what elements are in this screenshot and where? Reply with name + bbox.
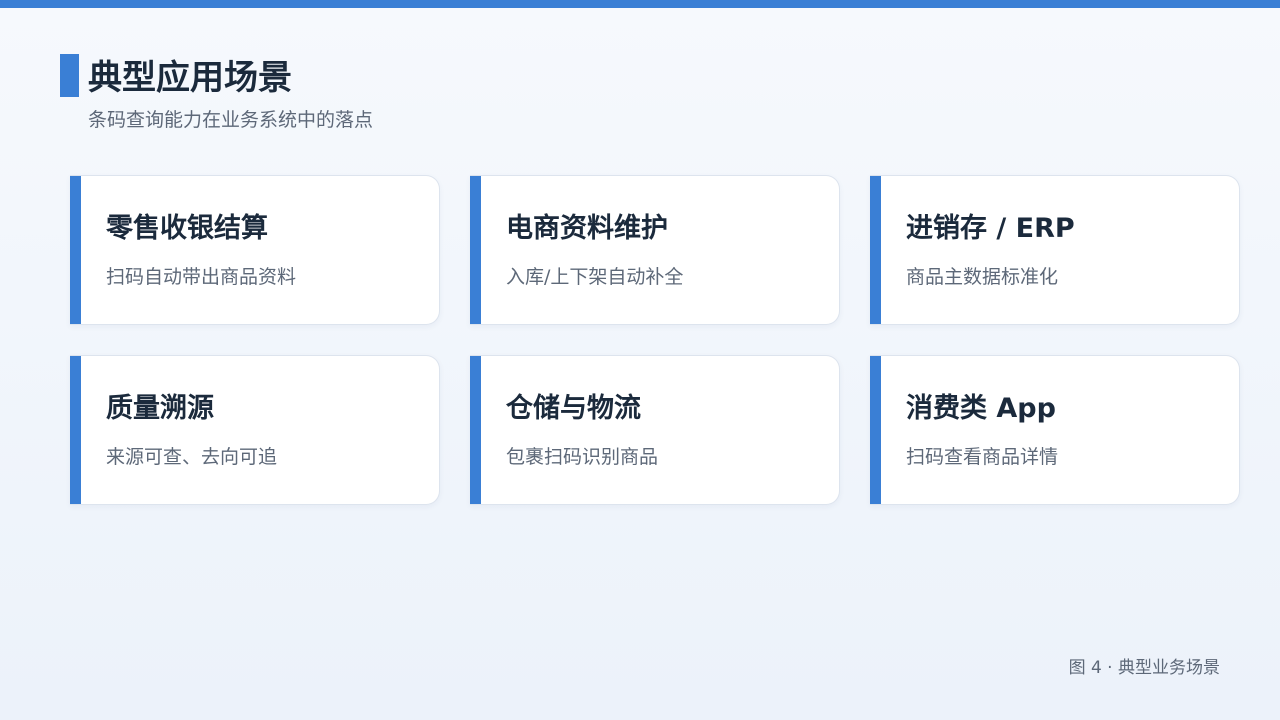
card-description: 扫码查看商品详情 [906,446,1059,468]
scenario-card-ecommerce-maintenance: 电商资料维护 入库/上下架自动补全 [470,175,840,325]
card-accent-bar [870,356,881,504]
top-accent-bar [0,0,1280,8]
card-accent-bar [70,176,81,324]
scenario-card-quality-traceability: 质量溯源 来源可查、去向可追 [70,355,440,505]
scenario-card-consumer-app: 消费类 App 扫码查看商品详情 [870,355,1240,505]
card-accent-bar [470,176,481,324]
card-title: 消费类 App [906,393,1056,424]
page-subtitle: 条码查询能力在业务系统中的落点 [88,109,374,131]
scenario-card-inventory-erp: 进销存 / ERP 商品主数据标准化 [870,175,1240,325]
page-title: 典型应用场景 [88,58,292,98]
card-description: 入库/上下架自动补全 [506,266,684,288]
card-title: 质量溯源 [106,393,214,424]
title-accent-bar [60,54,79,97]
card-description: 扫码自动带出商品资料 [106,266,297,288]
card-accent-bar [470,356,481,504]
card-accent-bar [70,356,81,504]
card-title: 进销存 / ERP [906,213,1075,244]
card-description: 包裹扫码识别商品 [506,446,659,468]
card-accent-bar [870,176,881,324]
card-title: 零售收银结算 [106,213,268,244]
card-title: 电商资料维护 [506,213,668,244]
figure-caption: 图 4 · 典型业务场景 [1068,658,1220,678]
card-description: 商品主数据标准化 [906,266,1059,288]
card-title: 仓储与物流 [506,393,641,424]
scenario-cards-grid: 零售收银结算 扫码自动带出商品资料 电商资料维护 入库/上下架自动补全 进销存 … [70,175,1240,505]
card-description: 来源可查、去向可追 [106,446,278,468]
scenario-card-retail-checkout: 零售收银结算 扫码自动带出商品资料 [70,175,440,325]
scenario-card-warehouse-logistics: 仓储与物流 包裹扫码识别商品 [470,355,840,505]
